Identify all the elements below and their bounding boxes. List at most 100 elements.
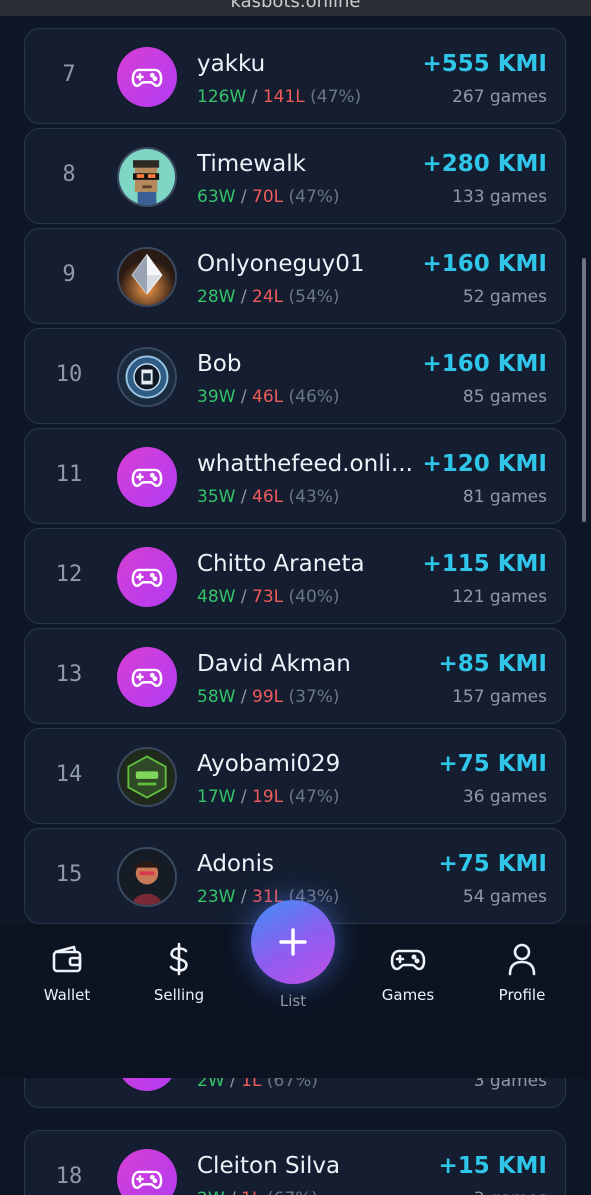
rank-number: 12: [55, 562, 83, 587]
win-percentage: (43%): [288, 487, 340, 507]
browser-url-bar[interactable]: kasbots.online: [0, 0, 591, 16]
losses-count: 24L: [252, 287, 284, 307]
gamepad-icon: [117, 1078, 177, 1091]
nav-list-label: List: [279, 992, 307, 1010]
leaderboard-row[interactable]: 11 whatthefeed.onli... 35W / 46L (43%) +120…: [24, 428, 566, 524]
bottom-navigation: Wallet Selling List Games Profile: [0, 900, 591, 1078]
wallet-icon: [52, 945, 82, 973]
leaderboard-row[interactable]: 12 Chitto Araneta 48W / 73L (40%) +115 KMI 1…: [24, 528, 566, 624]
wins-count: 23W: [197, 887, 236, 907]
plus-icon: [279, 928, 307, 956]
nav-selling[interactable]: Selling: [129, 942, 229, 1004]
wins-count: 17W: [197, 787, 236, 807]
rank-number: 15: [55, 862, 83, 887]
gamepad-icon: [117, 447, 177, 507]
leaderboard-list-continued: 172W / 1L (67%)3 games18Cleiton Silva2W …: [0, 1078, 591, 1195]
nav-profile[interactable]: Profile: [472, 942, 572, 1004]
games-played: 133 games: [452, 187, 547, 207]
losses-count: 19L: [252, 787, 284, 807]
gamepad-icon: [117, 47, 177, 107]
games-played: 3 games: [473, 1078, 547, 1091]
leaderboard-row[interactable]: 9 Onlyoneguy01 28W / 24L (54%) +160 KMI 52 g…: [24, 228, 566, 324]
wins-count: 48W: [197, 587, 236, 607]
player-name: Ayobami029: [197, 751, 341, 777]
win-percentage: (40%): [288, 587, 340, 607]
wins-count: 35W: [197, 487, 236, 507]
win-loss-record: 2W / 1L (67%): [197, 1189, 318, 1195]
earnings-amount: +555 KMI: [422, 51, 547, 77]
wins-count: 2W: [197, 1078, 225, 1091]
games-played: 85 games: [462, 387, 547, 407]
rank-number: 18: [55, 1164, 83, 1189]
gamepad-icon: [117, 647, 177, 707]
wins-count: 63W: [197, 187, 236, 207]
wins-count: 39W: [197, 387, 236, 407]
leaderboard-row[interactable]: 172W / 1L (67%)3 games: [24, 1078, 566, 1108]
record-separator: /: [240, 187, 247, 207]
record-separator: /: [230, 1189, 236, 1195]
rank-number: 10: [55, 362, 83, 387]
earnings-amount: +160 KMI: [422, 351, 547, 377]
games-played: 52 games: [462, 287, 547, 307]
leaderboard-row[interactable]: 18 Cleiton Silva 2W / 1L (67%) +15 KMI 3 gam…: [24, 1130, 566, 1195]
earnings-amount: +160 KMI: [422, 251, 547, 277]
record-separator: /: [240, 487, 247, 507]
rank-number: 9: [62, 262, 76, 287]
leaderboard-row[interactable]: 13 David Akman 58W / 99L (37%) +85 KMI 157 g…: [24, 628, 566, 724]
nav-wallet[interactable]: Wallet: [17, 942, 117, 1004]
nav-selling-label: Selling: [153, 986, 205, 1004]
record-separator: /: [240, 587, 247, 607]
earnings-amount: +85 KMI: [438, 651, 547, 677]
nav-games[interactable]: Games: [358, 942, 458, 1004]
win-percentage: (67%): [266, 1078, 318, 1091]
player-name: David Akman: [197, 651, 351, 677]
win-percentage: (47%): [288, 787, 340, 807]
gamepad-icon: [117, 1149, 177, 1195]
rank-number: 8: [62, 162, 76, 187]
earnings-amount: +75 KMI: [438, 851, 547, 877]
portrait-avatar: [117, 847, 177, 907]
leaderboard-row[interactable]: 10 Bob 39W / 46L (46%) +160 KMI 85 games: [24, 328, 566, 424]
gamepad-icon: [390, 949, 426, 971]
games-played: 81 games: [462, 487, 547, 507]
earnings-amount: +115 KMI: [422, 551, 547, 577]
player-name: yakku: [197, 51, 266, 77]
player-name: Onlyoneguy01: [197, 251, 365, 277]
nav-list[interactable]: List: [243, 900, 343, 1010]
user-icon: [508, 943, 536, 976]
nav-games-label: Games: [381, 986, 435, 1004]
record-separator: /: [230, 1078, 236, 1091]
player-name: whatthefeed.onli...: [197, 451, 413, 477]
win-loss-record: 48W / 73L (40%): [197, 587, 340, 607]
win-loss-record: 126W / 141L (47%): [197, 87, 361, 107]
leaderboard-row[interactable]: 8 Timewalk 63W / 70L (47%) +280 KMI 133 game…: [24, 128, 566, 224]
player-name: Cleiton Silva: [197, 1153, 341, 1179]
leaderboard-row[interactable]: 7 yakku 126W / 141L (47%) +555 KMI 267 games: [24, 28, 566, 124]
games-played: 36 games: [462, 787, 547, 807]
record-separator: /: [251, 87, 258, 107]
losses-count: 99L: [252, 687, 284, 707]
win-percentage: (54%): [288, 287, 340, 307]
games-played: 3 games: [474, 1189, 547, 1195]
url-text: kasbots.online: [230, 0, 361, 12]
player-name: Adonis: [197, 851, 274, 877]
earnings-amount: +15 KMI: [438, 1153, 547, 1179]
nav-profile-label: Profile: [498, 986, 546, 1004]
add-listing-button[interactable]: [251, 900, 335, 984]
win-loss-record: 17W / 19L (47%): [197, 787, 340, 807]
wins-count: 2W: [197, 1189, 225, 1195]
rank-number: 7: [62, 62, 76, 87]
games-played: 267 games: [452, 87, 547, 107]
leaderboard-row[interactable]: 14 Ayobami029 17W / 19L (47%) +75 KMI 36 gam…: [24, 728, 566, 824]
scrollbar[interactable]: [582, 258, 586, 522]
emblem-avatar: [117, 347, 177, 407]
win-loss-record: 35W / 46L (43%): [197, 487, 340, 507]
record-separator: /: [240, 387, 247, 407]
games-played: 54 games: [462, 887, 547, 907]
games-played: 157 games: [452, 687, 547, 707]
nav-wallet-label: Wallet: [43, 986, 91, 1004]
rank-number: 14: [55, 762, 83, 787]
dollar-icon: [169, 942, 188, 976]
losses-count: 1L: [241, 1189, 261, 1195]
earnings-amount: +280 KMI: [422, 151, 547, 177]
